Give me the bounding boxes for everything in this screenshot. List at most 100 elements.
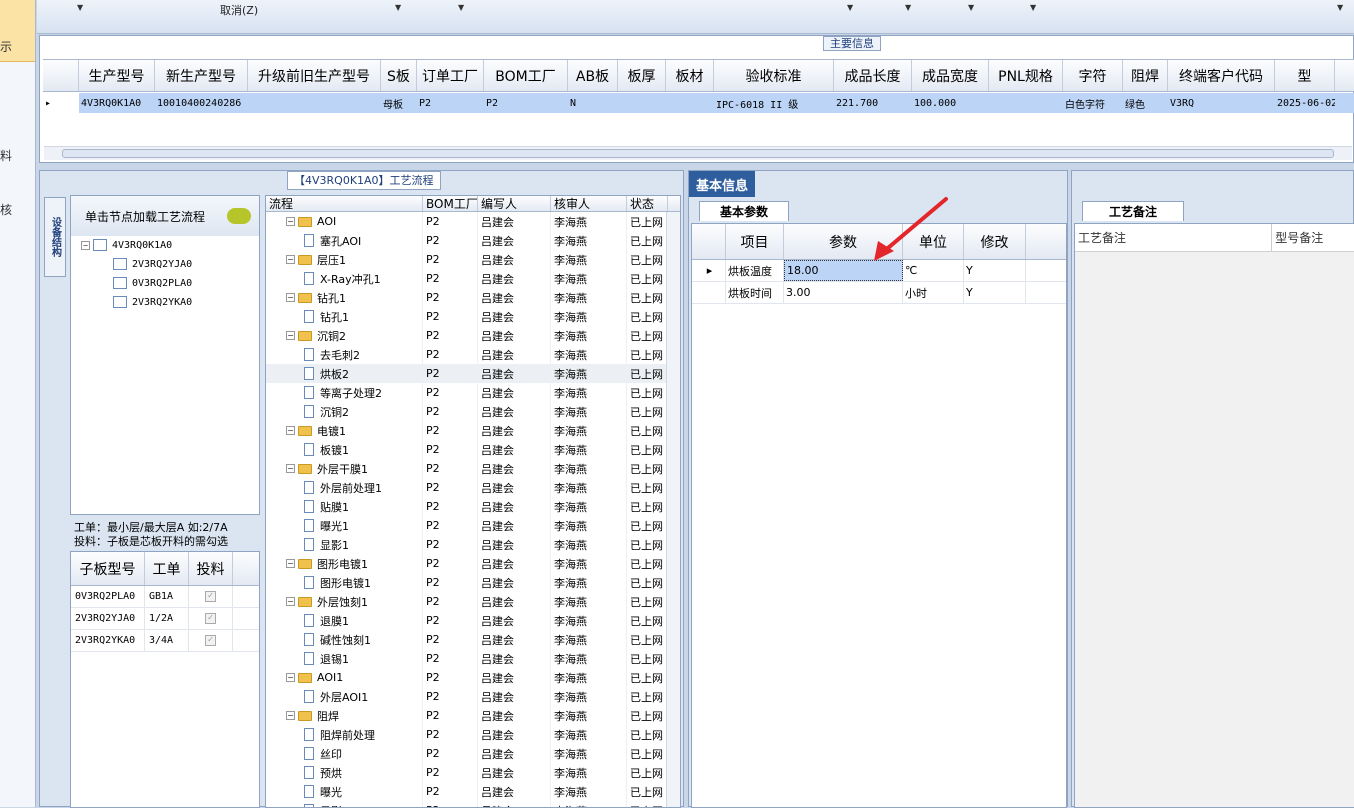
- table-row[interactable]: −AOIP2吕建会李海燕已上网: [266, 212, 680, 231]
- column-header[interactable]: 新生产型号: [155, 60, 248, 91]
- column-header[interactable]: 阻焊: [1123, 60, 1168, 91]
- table-row[interactable]: −外层干膜1P2吕建会李海燕已上网: [266, 459, 680, 478]
- table-row[interactable]: 板镀1P2吕建会李海燕已上网: [266, 440, 680, 459]
- column-header[interactable]: 状态: [627, 196, 668, 211]
- collapse-icon[interactable]: −: [286, 559, 295, 568]
- table-row[interactable]: X-Ray冲孔1P2吕建会李海燕已上网: [266, 269, 680, 288]
- table-row[interactable]: 0V3RQ2PLA0 GB1A ✓: [71, 586, 259, 608]
- table-row[interactable]: 显影1P2吕建会李海燕已上网: [266, 535, 680, 554]
- tree-child-node[interactable]: 2V3RQ2YKA0: [113, 296, 192, 308]
- column-header[interactable]: 板厚: [618, 60, 666, 91]
- table-row[interactable]: 曝光1P2吕建会李海燕已上网: [266, 516, 680, 535]
- table-row[interactable]: −沉铜2P2吕建会李海燕已上网: [266, 326, 680, 345]
- left-nav-item[interactable]: 示: [0, 38, 12, 55]
- dropdown-arrow-icon[interactable]: ▼: [968, 3, 974, 12]
- collapse-icon[interactable]: −: [286, 331, 295, 340]
- table-row[interactable]: 去毛刺2P2吕建会李海燕已上网: [266, 345, 680, 364]
- collapse-icon[interactable]: −: [286, 464, 295, 473]
- table-row[interactable]: 退膜1P2吕建会李海燕已上网: [266, 611, 680, 630]
- column-header[interactable]: 成品长度: [834, 60, 912, 91]
- column-header[interactable]: S板: [381, 60, 417, 91]
- vertical-scrollbar[interactable]: [666, 212, 680, 808]
- horizontal-scrollbar[interactable]: [44, 146, 1352, 160]
- table-row[interactable]: −图形电镀1P2吕建会李海燕已上网: [266, 554, 680, 573]
- collapse-icon[interactable]: −: [286, 673, 295, 682]
- feed-checkbox[interactable]: ✓: [205, 591, 216, 602]
- table-row[interactable]: 图形电镀1P2吕建会李海燕已上网: [266, 573, 680, 592]
- dropdown-arrow-icon[interactable]: ▼: [905, 3, 911, 12]
- column-header[interactable]: 板材: [666, 60, 714, 91]
- column-header[interactable]: 核审人: [551, 196, 627, 211]
- column-header[interactable]: AB板: [568, 60, 618, 91]
- feed-checkbox[interactable]: ✓: [205, 613, 216, 624]
- tab-process-notes[interactable]: 工艺备注: [1082, 201, 1184, 221]
- main-info-row[interactable]: ▸4V3RQ0K1A010010400240286母板P2P2NIPC-6018…: [43, 93, 1354, 113]
- column-header[interactable]: 投料: [189, 552, 233, 585]
- table-row[interactable]: 外层AOI1P2吕建会李海燕已上网: [266, 687, 680, 706]
- table-row[interactable]: −层压1P2吕建会李海燕已上网: [266, 250, 680, 269]
- table-row[interactable]: 沉铜2P2吕建会李海燕已上网: [266, 402, 680, 421]
- param-input[interactable]: 18.00: [784, 260, 903, 281]
- collapse-icon[interactable]: −: [286, 711, 295, 720]
- column-header[interactable]: PNL规格: [989, 60, 1063, 91]
- column-header[interactable]: 单位: [903, 224, 964, 259]
- table-row[interactable]: −电镀1P2吕建会李海燕已上网: [266, 421, 680, 440]
- column-header[interactable]: BOM工厂: [484, 60, 568, 91]
- table-row[interactable]: −AOI1P2吕建会李海燕已上网: [266, 668, 680, 687]
- collapse-icon[interactable]: −: [286, 426, 295, 435]
- column-header[interactable]: 型号备注: [1272, 224, 1354, 251]
- column-header[interactable]: BOM工厂: [423, 196, 478, 211]
- table-row[interactable]: 2V3RQ2YJA0 1/2A ✓: [71, 608, 259, 630]
- column-header[interactable]: 终端客户代码: [1168, 60, 1275, 91]
- column-header[interactable]: 子板型号: [71, 552, 145, 585]
- column-header[interactable]: 型: [1275, 60, 1335, 91]
- equipment-structure-tab[interactable]: 设备结构: [44, 197, 66, 277]
- dropdown-arrow-icon[interactable]: ▼: [1030, 3, 1036, 12]
- left-nav-item[interactable]: 料: [0, 147, 12, 164]
- collapse-icon[interactable]: −: [286, 255, 295, 264]
- tree-child-node[interactable]: 0V3RQ2PLA0: [113, 277, 192, 289]
- table-row[interactable]: 塞孔AOIP2吕建会李海燕已上网: [266, 231, 680, 250]
- column-header[interactable]: 编写人: [478, 196, 551, 211]
- column-header[interactable]: 升级前旧生产型号: [248, 60, 381, 91]
- table-row[interactable]: 2V3RQ2YKA0 3/4A ✓: [71, 630, 259, 652]
- column-header[interactable]: 订单工厂: [417, 60, 484, 91]
- collapse-icon[interactable]: −: [286, 597, 295, 606]
- collapse-icon[interactable]: −: [286, 293, 295, 302]
- tab-basic-info[interactable]: 基本信息: [689, 171, 755, 197]
- table-row[interactable]: 预烘P2吕建会李海燕已上网: [266, 763, 680, 782]
- feed-checkbox[interactable]: ✓: [205, 635, 216, 646]
- table-row[interactable]: ▸ 烘板温度 18.00 ℃ Y: [692, 260, 1066, 282]
- column-header[interactable]: 流程: [266, 196, 423, 211]
- cancel-button[interactable]: 取消(Z): [220, 2, 258, 18]
- column-header[interactable]: 工单: [145, 552, 189, 585]
- left-nav-item[interactable]: 核: [0, 201, 12, 218]
- table-row[interactable]: −外层蚀刻1P2吕建会李海燕已上网: [266, 592, 680, 611]
- table-row[interactable]: −阻焊P2吕建会李海燕已上网: [266, 706, 680, 725]
- column-header[interactable]: 生产型号: [79, 60, 155, 91]
- tree-child-node[interactable]: 2V3RQ2YJA0: [113, 258, 192, 270]
- collapse-icon[interactable]: −: [81, 241, 90, 250]
- column-header[interactable]: 字符: [1063, 60, 1123, 91]
- table-row[interactable]: 曝光P2吕建会李海燕已上网: [266, 782, 680, 801]
- column-header[interactable]: 成品宽度: [912, 60, 989, 91]
- table-row[interactable]: 退锡1P2吕建会李海燕已上网: [266, 649, 680, 668]
- column-header[interactable]: 工艺备注: [1075, 224, 1272, 251]
- collapse-icon[interactable]: −: [286, 217, 295, 226]
- dropdown-arrow-icon[interactable]: ▼: [1337, 3, 1343, 12]
- table-row[interactable]: 钻孔1P2吕建会李海燕已上网: [266, 307, 680, 326]
- tree-root-node[interactable]: −4V3RQ0K1A0: [81, 239, 172, 251]
- dropdown-arrow-icon[interactable]: ▼: [458, 3, 464, 12]
- dropdown-arrow-icon[interactable]: ▼: [77, 3, 83, 12]
- table-row[interactable]: −钻孔1P2吕建会李海燕已上网: [266, 288, 680, 307]
- table-row[interactable]: 贴膜1P2吕建会李海燕已上网: [266, 497, 680, 516]
- dropdown-arrow-icon[interactable]: ▼: [395, 3, 401, 12]
- scrollbar-thumb[interactable]: [62, 149, 1334, 158]
- table-row[interactable]: 烘板时间 3.00 小时 Y: [692, 282, 1066, 304]
- dropdown-arrow-icon[interactable]: ▼: [847, 3, 853, 12]
- table-row[interactable]: 碱性蚀刻1P2吕建会李海燕已上网: [266, 630, 680, 649]
- table-row[interactable]: 丝印P2吕建会李海燕已上网: [266, 744, 680, 763]
- table-row[interactable]: 外层前处理1P2吕建会李海燕已上网: [266, 478, 680, 497]
- table-row[interactable]: 烘板2P2吕建会李海燕已上网: [266, 364, 680, 383]
- column-header[interactable]: 项目: [726, 224, 784, 259]
